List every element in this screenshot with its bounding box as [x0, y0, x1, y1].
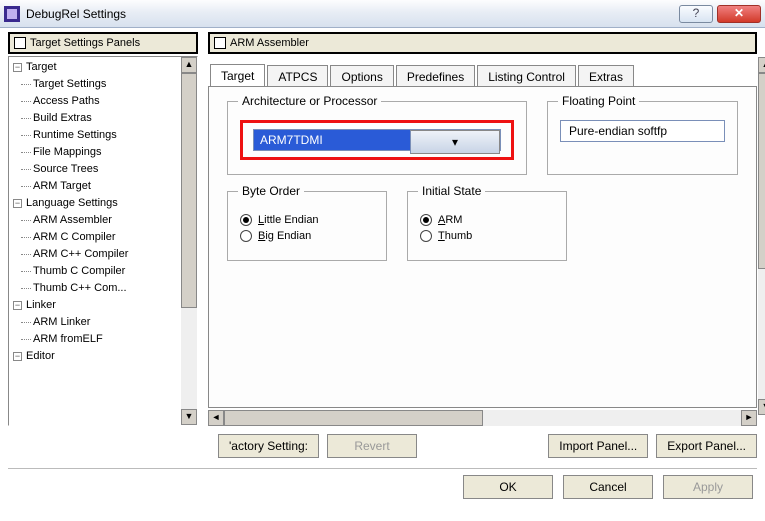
tree-item[interactable]: Thumb C Compiler — [11, 263, 197, 280]
scroll-thumb[interactable] — [224, 410, 483, 426]
tree-scrollbar[interactable]: ▲ ▼ — [181, 57, 197, 425]
panel-box-icon — [14, 37, 26, 49]
scroll-up-icon[interactable]: ▲ — [758, 57, 765, 73]
tree-item[interactable]: File Mappings — [11, 144, 197, 161]
tree-category[interactable]: −Target — [11, 59, 197, 76]
expand-icon[interactable]: − — [13, 199, 22, 208]
panel-box-icon — [214, 37, 226, 49]
groupbox-initial-state: Initial State ARMThumb — [407, 191, 567, 261]
tree-item[interactable]: ARM C Compiler — [11, 229, 197, 246]
radio-icon — [420, 230, 432, 242]
radio-thumb[interactable]: Thumb — [420, 230, 554, 242]
tab-atpcs[interactable]: ATPCS — [267, 65, 328, 87]
radio-big-endian[interactable]: Big Endian — [240, 230, 374, 242]
groupbox-legend: Byte Order — [238, 184, 304, 198]
tab-extras[interactable]: Extras — [578, 65, 634, 87]
tree-label: Target — [26, 59, 57, 76]
radio-icon — [420, 214, 432, 226]
tree-label: Language Settings — [26, 195, 118, 212]
tab-target[interactable]: Target — [210, 64, 265, 87]
tab-bar: TargetATPCSOptionsPredefinesListing Cont… — [210, 62, 757, 86]
separator — [8, 468, 757, 469]
groupbox-byte-order: Byte Order Little EndianBig Endian — [227, 191, 387, 261]
tree-item[interactable]: ARM fromELF — [11, 331, 197, 348]
tree-item[interactable]: Runtime Settings — [11, 127, 197, 144]
tab-predefines[interactable]: Predefines — [396, 65, 475, 87]
tree-item[interactable]: Access Paths — [11, 93, 197, 110]
radio-label: ARM — [438, 214, 462, 226]
content-hscrollbar[interactable]: ◄ ► — [208, 410, 757, 426]
tree-item[interactable]: ARM Assembler — [11, 212, 197, 229]
apply-button[interactable]: Apply — [663, 475, 753, 499]
factory-settings-button[interactable]: 'actory Setting: — [218, 434, 319, 458]
right-panel-title: ARM Assembler — [230, 37, 309, 49]
floating-point-value[interactable]: Pure-endian softfp — [560, 120, 725, 142]
radio-label: Big Endian — [258, 230, 311, 242]
radio-arm[interactable]: ARM — [420, 214, 554, 226]
groupbox-legend: Architecture or Processor — [238, 94, 381, 108]
cancel-button[interactable]: Cancel — [563, 475, 653, 499]
radio-icon — [240, 230, 252, 242]
close-button[interactable]: ✕ — [717, 5, 761, 23]
titlebar: DebugRel Settings ? ✕ — [0, 0, 765, 28]
tree-label: Linker — [26, 297, 56, 314]
help-button[interactable]: ? — [679, 5, 713, 23]
window-title: DebugRel Settings — [26, 7, 675, 21]
expand-icon[interactable]: − — [13, 63, 22, 72]
groupbox-floating-point: Floating Point Pure-endian softfp — [547, 101, 738, 175]
highlight-box: ARM7TDMI ▾ — [240, 120, 514, 160]
ok-button[interactable]: OK — [463, 475, 553, 499]
right-panel-header: ARM Assembler — [208, 32, 757, 54]
groupbox-legend: Floating Point — [558, 94, 639, 108]
tree-category[interactable]: −Editor — [11, 348, 197, 365]
export-panel-button[interactable]: Export Panel... — [656, 434, 757, 458]
left-panel-title: Target Settings Panels — [30, 37, 140, 49]
radio-label: Little Endian — [258, 214, 319, 226]
tree-item[interactable]: ARM Linker — [11, 314, 197, 331]
radio-little-endian[interactable]: Little Endian — [240, 214, 374, 226]
revert-button[interactable]: Revert — [327, 434, 417, 458]
radio-icon — [240, 214, 252, 226]
settings-tree[interactable]: −TargetTarget SettingsAccess PathsBuild … — [8, 56, 198, 426]
import-panel-button[interactable]: Import Panel... — [548, 434, 648, 458]
expand-icon[interactable]: − — [13, 352, 22, 361]
scroll-right-icon[interactable]: ► — [741, 410, 757, 426]
groupbox-legend: Initial State — [418, 184, 485, 198]
scroll-thumb[interactable] — [758, 73, 765, 269]
tree-label: Editor — [26, 348, 55, 365]
tree-item[interactable]: ARM Target — [11, 178, 197, 195]
tree-category[interactable]: −Linker — [11, 297, 197, 314]
tree-item[interactable]: Target Settings — [11, 76, 197, 93]
tab-options[interactable]: Options — [330, 65, 393, 87]
tree-item[interactable]: Source Trees — [11, 161, 197, 178]
scroll-left-icon[interactable]: ◄ — [208, 410, 224, 426]
architecture-combobox[interactable]: ARM7TDMI ▾ — [253, 129, 501, 151]
scroll-thumb[interactable] — [181, 73, 197, 308]
tree-item[interactable]: ARM C++ Compiler — [11, 246, 197, 263]
content-scrollbar[interactable]: ▲ ▼ — [758, 57, 765, 415]
tab-listing-control[interactable]: Listing Control — [477, 65, 576, 87]
architecture-value: ARM7TDMI — [254, 130, 410, 150]
chevron-down-icon[interactable]: ▾ — [410, 130, 500, 154]
scroll-up-icon[interactable]: ▲ — [181, 57, 197, 73]
radio-label: Thumb — [438, 230, 472, 242]
tree-item[interactable]: Build Extras — [11, 110, 197, 127]
tree-category[interactable]: −Language Settings — [11, 195, 197, 212]
groupbox-architecture: Architecture or Processor ARM7TDMI ▾ — [227, 101, 527, 175]
scroll-down-icon[interactable]: ▼ — [181, 409, 197, 425]
left-panel-header: Target Settings Panels — [8, 32, 198, 54]
tab-content: Architecture or Processor ARM7TDMI ▾ Flo… — [208, 86, 757, 408]
expand-icon[interactable]: − — [13, 301, 22, 310]
tree-item[interactable]: Thumb C++ Com... — [11, 280, 197, 297]
app-icon — [4, 6, 20, 22]
scroll-down-icon[interactable]: ▼ — [758, 399, 765, 415]
